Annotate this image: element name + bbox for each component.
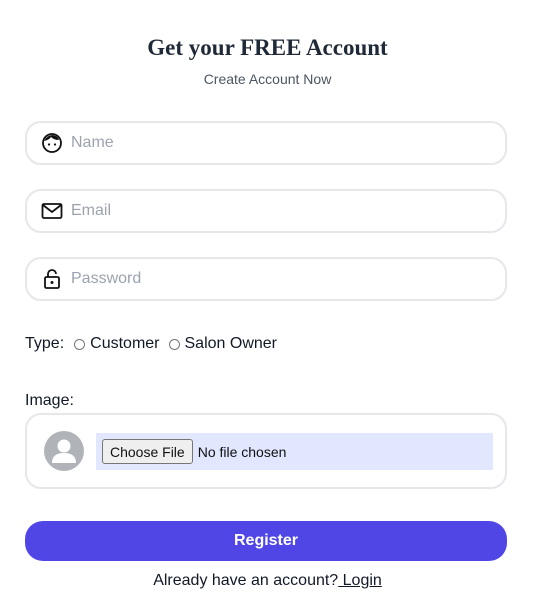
email-input[interactable] [71, 202, 471, 220]
password-field[interactable] [25, 257, 507, 301]
file-status-text: No file chosen [197, 443, 287, 460]
salon-owner-radio[interactable] [168, 338, 180, 350]
type-label: Type: [25, 335, 65, 352]
image-upload-box: Choose File No file chosen [25, 413, 507, 489]
face-icon [41, 132, 63, 154]
login-link[interactable]: Login [338, 572, 382, 589]
password-input[interactable] [71, 270, 471, 288]
email-field[interactable] [25, 189, 507, 233]
customer-radio[interactable] [74, 338, 86, 350]
lock-icon [41, 268, 63, 290]
page-subtitle: Create Account Now [203, 71, 332, 87]
file-input[interactable]: Choose File No file chosen [96, 433, 493, 470]
name-input[interactable] [71, 134, 471, 152]
user-avatar-icon [44, 431, 84, 471]
choose-file-button[interactable]: Choose File [102, 439, 193, 464]
login-prompt-text: Already have an account? [153, 572, 339, 589]
register-button[interactable]: Register [25, 521, 507, 561]
image-label: Image: [25, 392, 74, 409]
name-field[interactable] [25, 121, 507, 165]
envelope-icon [41, 200, 63, 222]
login-prompt: Already have an account? Login [0, 572, 535, 590]
page-title: Get your FREE Account [147, 35, 388, 60]
customer-radio-label[interactable]: Customer [90, 335, 159, 353]
account-type-group: Type: Customer Salon Owner [25, 335, 277, 353]
salon-owner-radio-label[interactable]: Salon Owner [185, 335, 278, 353]
